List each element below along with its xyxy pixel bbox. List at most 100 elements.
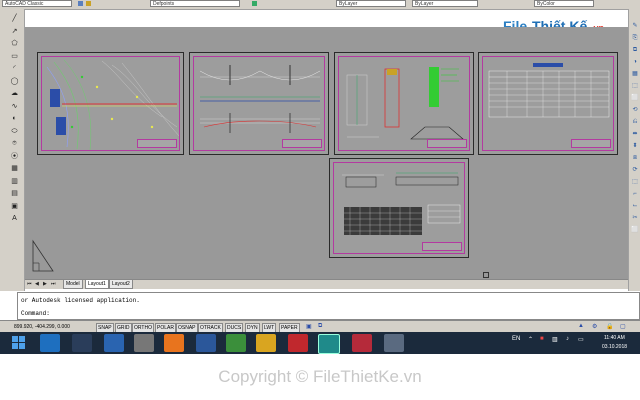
- word-icon[interactable]: [196, 334, 216, 352]
- viewport-quantity-table[interactable]: [482, 56, 614, 151]
- watermark-footer: Copyright © FileThietKe.vn: [0, 354, 640, 400]
- app-gray-icon[interactable]: [384, 334, 404, 352]
- draw-tool-icon[interactable]: A: [10, 215, 19, 223]
- sheet-cross-section[interactable]: [334, 52, 474, 155]
- draw-tool-icon[interactable]: ▦: [10, 165, 19, 173]
- layer-state-icon[interactable]: [252, 1, 257, 6]
- viewport-site-plan[interactable]: [41, 56, 180, 151]
- draw-tool-icon[interactable]: ▣: [10, 203, 19, 211]
- modify-tool-icon[interactable]: ⌙: [631, 203, 639, 209]
- app-green-icon[interactable]: [226, 334, 246, 352]
- clock-time[interactable]: 11:40 AM: [604, 335, 625, 341]
- modify-tool-icon[interactable]: ⬌: [631, 131, 639, 137]
- workspace-settings-icon[interactable]: [78, 1, 83, 6]
- cross-section-drawing: [346, 67, 464, 140]
- command-window[interactable]: or Autodesk licensed application. Comman…: [17, 292, 640, 320]
- chrome-icon[interactable]: [256, 334, 276, 352]
- battery-icon[interactable]: ▭: [578, 336, 584, 343]
- tray-app-icon[interactable]: ■: [540, 336, 544, 342]
- paper-space-canvas[interactable]: [25, 27, 628, 279]
- draw-tool-icon[interactable]: ⦿: [10, 153, 19, 161]
- modify-tool-icon[interactable]: ⎌: [631, 119, 639, 125]
- sheet-bridge-elevation[interactable]: [189, 52, 329, 155]
- modify-tool-icon[interactable]: ▦: [631, 71, 639, 77]
- volume-icon[interactable]: ♪: [566, 336, 569, 342]
- draw-tool-icon[interactable]: ▤: [10, 190, 19, 198]
- modify-tool-icon[interactable]: ✂: [631, 215, 639, 221]
- modify-tool-icon[interactable]: ⬚: [631, 83, 639, 89]
- workspace-switch-icon[interactable]: ⚙: [592, 323, 597, 330]
- draw-tool-icon[interactable]: ↗: [10, 28, 19, 36]
- maximize-viewport-icon[interactable]: ⧉: [318, 323, 322, 330]
- draw-tool-icon[interactable]: ☁: [10, 90, 19, 98]
- draw-tool-icon[interactable]: ◜: [10, 65, 19, 73]
- title-block: [282, 139, 322, 148]
- sheet-detail[interactable]: [329, 158, 469, 258]
- copyright-text: Copyright © FileThietKe.vn: [218, 367, 422, 386]
- viewport-detail[interactable]: [333, 162, 465, 254]
- layer-icon[interactable]: [86, 1, 91, 6]
- firefox-icon[interactable]: [164, 334, 184, 352]
- draw-tool-icon[interactable]: ◯: [10, 78, 19, 86]
- plotstyle-dropdown[interactable]: ByColor: [534, 0, 594, 7]
- tab-layout2[interactable]: Layout2: [109, 280, 133, 289]
- model-space-icon[interactable]: ▣: [306, 323, 312, 330]
- command-prompt[interactable]: Command:: [21, 310, 50, 317]
- tab-model[interactable]: Model: [63, 280, 83, 289]
- viewport-cross-section[interactable]: [338, 56, 470, 151]
- sheet-site-plan[interactable]: [37, 52, 184, 155]
- modify-tool-icon[interactable]: ◑: [631, 59, 639, 65]
- autocad-taskbar-icon[interactable]: [318, 334, 340, 354]
- clock-date[interactable]: 03.10.2018: [602, 344, 627, 350]
- modify-tool-icon[interactable]: ⌐: [631, 191, 639, 197]
- app-pink-icon[interactable]: [352, 334, 372, 352]
- modify-tool-icon[interactable]: ⬜: [631, 227, 639, 233]
- language-indicator[interactable]: EN: [512, 336, 520, 342]
- app-red-icon[interactable]: [288, 334, 308, 352]
- tab-nav-next-icon[interactable]: ▶: [43, 280, 47, 288]
- draw-tool-icon[interactable]: ▥: [10, 178, 19, 186]
- media-player-icon[interactable]: [134, 334, 154, 352]
- modify-tool-icon[interactable]: ⟳: [631, 167, 639, 173]
- tab-layout1[interactable]: Layout1: [85, 280, 109, 289]
- layer-dropdown[interactable]: Defpoints: [150, 0, 240, 7]
- modify-tool-icon[interactable]: ⬚: [631, 179, 639, 185]
- tab-nav-first-icon[interactable]: ⏮: [27, 280, 32, 288]
- color-dropdown[interactable]: ByLayer: [336, 0, 406, 7]
- modify-tool-icon[interactable]: ⎘: [631, 35, 639, 41]
- workspace-dropdown[interactable]: AutoCAD Classic: [2, 0, 72, 7]
- modify-tool-icon[interactable]: ⧉: [631, 47, 639, 53]
- draw-tool-icon[interactable]: ⌾: [10, 140, 19, 148]
- coordinate-readout: 899.920, -404.299, 0.000: [14, 324, 70, 330]
- draw-tool-icon[interactable]: ∿: [10, 103, 19, 111]
- viewport-bridge-elevation[interactable]: [193, 56, 325, 151]
- sheet-quantity-table[interactable]: [478, 52, 618, 155]
- modify-tool-icon[interactable]: ✎: [631, 23, 639, 29]
- modify-tool-icon[interactable]: ⧈: [631, 155, 639, 161]
- windows-start-icon[interactable]: [12, 336, 26, 350]
- linetype-dropdown[interactable]: ByLayer: [412, 0, 478, 7]
- store-icon[interactable]: [104, 334, 124, 352]
- layout-tab-bar: ⏮ ◀ ▶ ⏭ Model Layout1 Layout2: [25, 279, 628, 289]
- detail-drawing: [342, 172, 461, 235]
- draw-tool-icon[interactable]: ⬭: [10, 128, 19, 136]
- network-icon[interactable]: ▥: [552, 336, 558, 343]
- tab-nav-last-icon[interactable]: ⏭: [51, 280, 56, 288]
- draw-tool-icon[interactable]: ⬠: [10, 40, 19, 48]
- bridge-elevation-drawing: [199, 65, 321, 133]
- internet-explorer-icon[interactable]: [40, 334, 60, 352]
- tab-nav-prev-icon[interactable]: ◀: [35, 280, 39, 288]
- title-block: [422, 242, 462, 251]
- draw-tool-icon[interactable]: ╱: [10, 15, 19, 23]
- annotation-scale-icon[interactable]: ▲: [578, 323, 584, 329]
- lock-ui-icon[interactable]: 🔒: [606, 323, 613, 330]
- modify-tool-icon[interactable]: ⟲: [631, 107, 639, 113]
- draw-tool-icon[interactable]: ◐: [10, 115, 19, 123]
- top-toolbar: AutoCAD Classic Defpoints ByLayer ByLaye…: [0, 0, 640, 10]
- modify-tool-icon[interactable]: ⬜: [631, 95, 639, 101]
- modify-tool-icon[interactable]: ⬍: [631, 143, 639, 149]
- clean-screen-icon[interactable]: ▢: [620, 323, 626, 330]
- draw-tool-icon[interactable]: ▭: [10, 53, 19, 61]
- file-manager-icon[interactable]: [72, 334, 92, 352]
- tray-arrow-icon[interactable]: ⌃: [528, 336, 533, 343]
